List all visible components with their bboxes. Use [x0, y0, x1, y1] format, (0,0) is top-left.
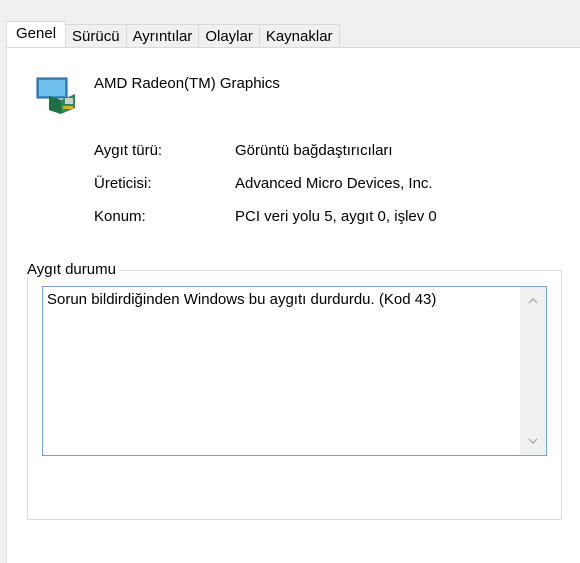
device-status-textbox[interactable]: Sorun bildirdiğinden Windows bu aygıtı d… — [42, 286, 547, 456]
tab-strip: Genel Sürücü Ayrıntılar Olaylar Kaynakla… — [6, 21, 340, 47]
device-status-title: Aygıt durumu — [24, 261, 119, 278]
general-tab-panel: AMD Radeon(TM) Graphics Aygıt türü: Görü… — [6, 47, 580, 563]
scroll-down-icon[interactable] — [520, 431, 546, 451]
location-value: PCI veri yolu 5, aygıt 0, işlev 0 — [235, 208, 437, 225]
manufacturer-value: Advanced Micro Devices, Inc. — [235, 175, 433, 192]
display-adapter-icon — [36, 77, 75, 114]
device-status-group: Aygıt durumu Sorun bildirdiğinden Window… — [24, 261, 562, 520]
device-name: AMD Radeon(TM) Graphics — [94, 75, 280, 92]
tab-genel[interactable]: Genel — [6, 21, 67, 47]
device-type-label: Aygıt türü: — [94, 142, 163, 159]
location-label: Konum: — [94, 208, 146, 225]
tab-olaylar[interactable]: Olaylar — [198, 24, 260, 47]
tab-kaynaklar[interactable]: Kaynaklar — [258, 24, 340, 47]
status-scrollbar[interactable] — [520, 287, 546, 455]
scroll-up-icon[interactable] — [520, 291, 546, 311]
tab-surucu[interactable]: Sürücü — [65, 24, 127, 47]
device-status-text: Sorun bildirdiğinden Windows bu aygıtı d… — [47, 291, 437, 308]
manufacturer-label: Üreticisi: — [94, 175, 152, 192]
tab-ayrintilar[interactable]: Ayrıntılar — [125, 24, 200, 47]
device-type-value: Görüntü bağdaştırıcıları — [235, 142, 393, 159]
